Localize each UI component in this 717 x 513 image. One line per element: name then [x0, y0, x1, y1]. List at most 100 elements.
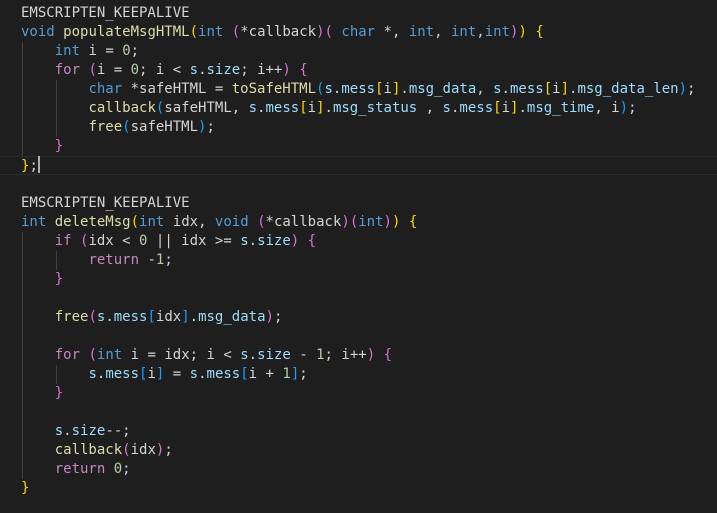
code-token: s	[442, 100, 451, 116]
code-line[interactable]: s.mess[i] = s.mess[i + 1];	[21, 365, 307, 384]
text-cursor	[37, 156, 40, 173]
code-line[interactable]: }	[21, 270, 63, 289]
code-line[interactable]: free(s.mess[idx].msg_data);	[21, 308, 283, 327]
code-token: ;	[164, 442, 173, 458]
code-token: i =	[96, 62, 131, 78]
code-line[interactable]: }	[21, 479, 29, 498]
code-line[interactable]: return 0;	[21, 460, 131, 479]
code-token: {	[408, 214, 418, 230]
current-line-highlight	[0, 156, 717, 175]
code-line[interactable]: for (i = 0; i < s.size; i++) {	[21, 61, 308, 80]
code-line[interactable]: s.size--;	[21, 422, 131, 441]
code-token: ]	[560, 81, 570, 97]
code-token: (	[122, 442, 131, 458]
code-token: (	[349, 214, 359, 230]
code-token: )	[316, 24, 325, 40]
code-token: s	[493, 81, 502, 97]
code-token: s	[248, 100, 258, 116]
code-token: *callback	[265, 214, 342, 230]
code-token: }	[54, 271, 64, 287]
code-token: *,	[375, 24, 409, 40]
code-token: toSafeHTML	[231, 81, 317, 97]
code-line[interactable]: void populateMsgHTML(int (*callback)( ch…	[21, 23, 544, 42]
code-token: i	[501, 100, 511, 116]
code-token: 0	[113, 461, 123, 477]
code-token: int	[21, 214, 47, 230]
code-token: 0	[130, 62, 140, 78]
code-token: safeHTML	[130, 119, 199, 135]
code-token: ]	[316, 100, 325, 116]
code-token: )	[678, 81, 688, 97]
code-token: )	[366, 347, 376, 363]
code-line[interactable]: callback(idx);	[21, 441, 173, 460]
code-token: [	[240, 366, 249, 382]
code-token: .	[198, 366, 207, 382]
code-token: size	[71, 423, 106, 439]
code-token: {	[535, 24, 544, 40]
code-token: msg_time	[526, 100, 595, 116]
code-token: int	[54, 43, 81, 59]
code-line[interactable]: if (idx < 0 || idx >= s.size) {	[21, 232, 316, 251]
code-token: char	[88, 81, 123, 97]
code-token: size	[206, 62, 241, 78]
code-token: void	[21, 24, 55, 40]
code-editor[interactable]: EMSCRIPTEN_KEEPALIVE void populateMsgHTML…	[0, 0, 717, 513]
code-token: ,	[476, 24, 485, 40]
code-token: EMSCRIPTEN_KEEPALIVE	[21, 195, 190, 211]
code-token: ;	[130, 43, 140, 59]
code-token: msg_data	[408, 81, 477, 97]
code-line[interactable]: callback(safeHTML, s.mess[i].msg_status …	[21, 99, 636, 118]
code-token: i = idx; i <	[122, 347, 241, 363]
code-token: .	[105, 309, 114, 325]
code-line[interactable]: char *safeHTML = toSafeHTML(s.mess[i].ms…	[21, 80, 695, 99]
code-token: mess	[105, 366, 140, 382]
code-token: -	[290, 347, 317, 363]
code-token: ;	[29, 158, 38, 174]
code-line[interactable]: };	[21, 156, 40, 175]
code-token: mess	[459, 100, 494, 116]
code-line[interactable]: EMSCRIPTEN_KEEPALIVE	[21, 4, 190, 23]
code-token: {	[307, 233, 317, 249]
code-token: (	[130, 214, 140, 230]
code-token: (	[88, 309, 97, 325]
code-token: .	[63, 423, 72, 439]
code-line[interactable]: }	[21, 384, 63, 403]
code-token: void	[214, 214, 249, 230]
code-token: s	[324, 81, 333, 97]
code-line[interactable]: int i = 0;	[21, 42, 139, 61]
code-token: i	[88, 43, 97, 59]
code-token: (	[189, 24, 199, 40]
code-line[interactable]: free(safeHTML);	[21, 118, 214, 137]
code-token: ,	[417, 100, 443, 116]
code-token: s	[54, 423, 64, 439]
code-token: (	[88, 347, 97, 363]
code-line[interactable]: for (int i = idx; i < s.size - 1; i++) {	[21, 346, 392, 365]
code-token: mess	[341, 81, 376, 97]
code-token: (	[231, 24, 241, 40]
code-token: int	[198, 24, 224, 40]
code-token: for	[54, 62, 81, 78]
code-line[interactable]: return -1;	[21, 251, 172, 270]
code-token: }	[54, 138, 64, 154]
code-token: {	[299, 62, 308, 78]
code-token: )	[518, 24, 527, 40]
code-line[interactable]: EMSCRIPTEN_KEEPALIVE	[21, 194, 190, 213]
code-token: deleteMsg	[54, 214, 131, 230]
code-line[interactable]: }	[21, 137, 63, 156]
code-token: i	[552, 81, 561, 97]
code-line[interactable]: int deleteMsg(int idx, void (*callback)(…	[21, 213, 417, 232]
code-token: =	[96, 43, 123, 59]
code-token: idx	[172, 214, 199, 230]
